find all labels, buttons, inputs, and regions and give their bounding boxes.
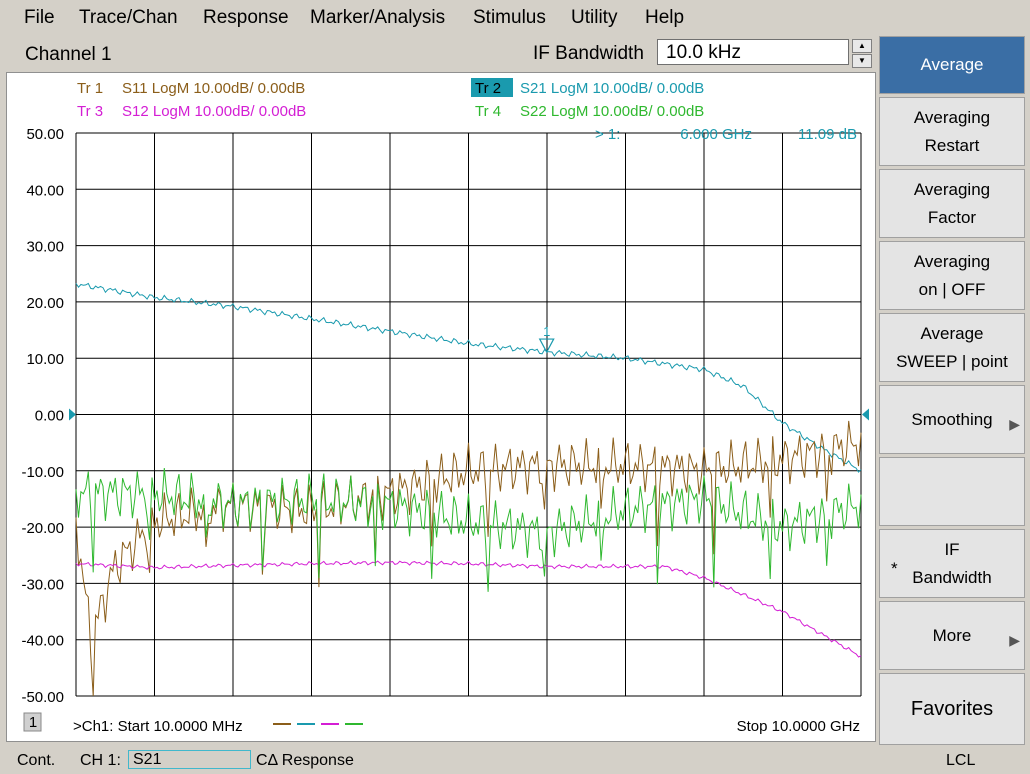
- softkey-label: More: [932, 625, 972, 645]
- softkey-average[interactable]: Average: [879, 36, 1025, 94]
- softkey-if-bandwidth[interactable]: IF Bandwidth *: [879, 529, 1025, 598]
- softkey-label: IF: [944, 539, 960, 559]
- y-tick-label: 30.00: [26, 239, 64, 256]
- submenu-arrow-icon: ▶: [1009, 416, 1020, 432]
- y-tick-label: -50.00: [21, 689, 64, 706]
- ifbw-spinner[interactable]: ▲ ▼: [852, 39, 872, 68]
- trace-header-label: S11 LogM 10.00dB/ 0.00dB: [122, 80, 305, 97]
- menu-response[interactable]: Response: [203, 7, 289, 29]
- channel-header: Channel 1 IF Bandwidth 10.0 kHz ▲ ▼: [0, 36, 878, 70]
- softkey-label: Average: [920, 55, 984, 74]
- softkey-smoothing[interactable]: Smoothing ▶: [879, 385, 1025, 454]
- channel-title: Channel 1: [25, 44, 112, 65]
- softkey-label: SWEEP | point: [896, 351, 1008, 371]
- softkey-label: Restart: [924, 135, 980, 155]
- softkey-averaging-restart[interactable]: Averaging Restart: [879, 97, 1025, 166]
- trace-id-label: Tr 4: [475, 103, 501, 120]
- y-tick-label: 50.00: [26, 126, 64, 143]
- softkey-label: Averaging: [913, 251, 991, 271]
- softkey-favorites[interactable]: Favorites: [879, 673, 1025, 745]
- menu-utility[interactable]: Utility: [571, 7, 617, 29]
- y-tick-label: -30.00: [21, 576, 64, 593]
- trace-header-label: S12 LogM 10.00dB/ 0.00dB: [122, 103, 306, 120]
- softkey-label: on | OFF: [918, 279, 986, 299]
- menu-marker-analysis[interactable]: Marker/Analysis: [310, 7, 445, 29]
- trace-header-label: S21 LogM 10.00dB/ 0.00dB: [520, 80, 704, 97]
- status-bar: Cont. CH 1: S21 CΔ Response LCL: [0, 747, 1030, 774]
- softkey-more[interactable]: More ▶: [879, 601, 1025, 670]
- trace-id-label: Tr 1: [77, 80, 103, 97]
- trace-plot[interactable]: 50.00 40.00 30.00 20.00 10.00 0.00 -10.00 -20.0…: [7, 73, 875, 741]
- menu-help[interactable]: Help: [645, 7, 684, 29]
- correction-status: CΔ Response: [256, 752, 354, 769]
- menu-stimulus[interactable]: Stimulus: [473, 7, 546, 29]
- submenu-arrow-icon: ▶: [1009, 632, 1020, 648]
- trace-id-label: Tr 3: [77, 103, 103, 120]
- softkey-averaging-factor[interactable]: Averaging Factor: [879, 169, 1025, 238]
- channel-number: 1: [29, 714, 37, 731]
- trace-header-label: S22 LogM 10.00dB/ 0.00dB: [520, 103, 704, 120]
- y-tick-label: -20.00: [21, 520, 64, 537]
- reference-left-icon: [69, 408, 76, 421]
- menu-trace-chan[interactable]: Trace/Chan: [79, 7, 178, 29]
- status-channel: CH 1:: [80, 752, 121, 769]
- marker-readout-value: 11.09 dB: [798, 126, 857, 143]
- spin-down-icon[interactable]: ▼: [852, 54, 872, 68]
- marker-readout-prefix: > 1:: [595, 126, 620, 143]
- y-tick-label: 0.00: [35, 408, 64, 425]
- y-tick-label: -10.00: [21, 464, 64, 481]
- softkey-label: Smoothing: [911, 409, 993, 429]
- menu-file[interactable]: File: [24, 7, 55, 29]
- stop-frequency: Stop 10.0000 GHz: [737, 718, 860, 735]
- start-frequency: >Ch1: Start 10.0000 MHz: [73, 718, 243, 735]
- ifbw-input[interactable]: 10.0 kHz: [657, 39, 849, 65]
- lcl-status: LCL: [946, 752, 976, 769]
- y-tick-label: 20.00: [26, 295, 64, 312]
- softkey-label: Favorites: [910, 698, 994, 720]
- softkey-averaging-on-off[interactable]: Averaging on | OFF: [879, 241, 1025, 310]
- softkey-label: Average: [920, 323, 984, 343]
- spin-up-icon[interactable]: ▲: [852, 39, 872, 53]
- softkey-label: Averaging: [913, 107, 991, 127]
- ifbw-label: IF Bandwidth: [533, 43, 644, 64]
- softkey-label: Averaging: [913, 179, 991, 199]
- y-tick-label: 10.00: [26, 351, 64, 368]
- marker-readout-freq: 6.000 GHz: [680, 126, 752, 143]
- marker-number-label: 1: [543, 324, 550, 339]
- selected-indicator: *: [891, 559, 898, 578]
- softkey-label: Factor: [927, 207, 977, 227]
- y-tick-label: 40.00: [26, 182, 64, 199]
- y-tick-label: -40.00: [21, 633, 64, 650]
- menu-bar: File Trace/Chan Response Marker/Analysis Sti…: [0, 0, 1030, 36]
- softkey-average-sweep-point[interactable]: Average SWEEP | point: [879, 313, 1025, 382]
- trace-id-label: Tr 2: [475, 80, 501, 97]
- softkey-label: Bandwidth: [912, 567, 992, 587]
- sweep-mode: Cont.: [17, 752, 56, 769]
- plot-frame: 50.00 40.00 30.00 20.00 10.00 0.00 -10.00 -20.0…: [6, 72, 876, 742]
- softkey-blank[interactable]: [879, 457, 1025, 526]
- reference-right-icon: [862, 408, 869, 421]
- active-trace-box[interactable]: S21: [128, 750, 251, 769]
